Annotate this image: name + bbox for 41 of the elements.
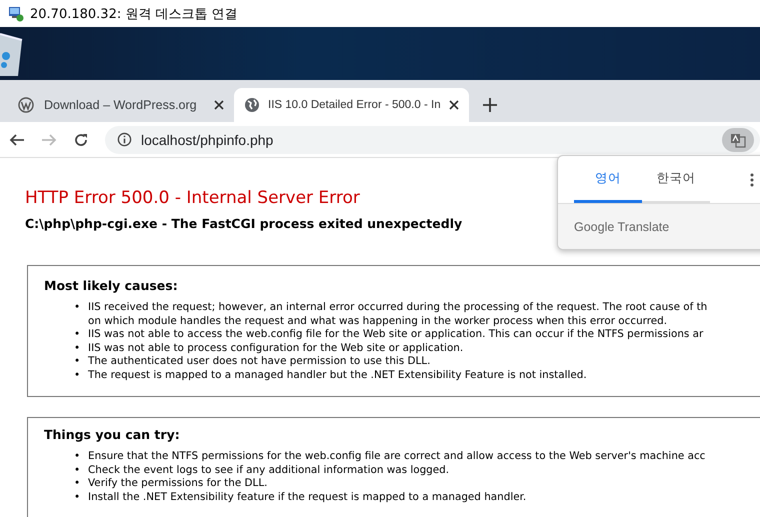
list-item: The request is mapped to a managed handler but the .NET Extensibility Feature is not installed. xyxy=(88,368,587,382)
wordpress-icon xyxy=(18,97,34,113)
bullet: • xyxy=(74,328,82,342)
error-heading: HTTP Error 500.0 - Internal Server Error xyxy=(25,188,361,208)
browser-tab[interactable]: IIS 10.0 Detailed Error - 500.0 - In xyxy=(234,88,469,122)
new-tab-icon[interactable] xyxy=(482,98,497,112)
list-item: IIS received the request; however, an internal error occurred during the processing of the request. The root cause of th on which module handles the request and what was happening in the worker process when this error occurred. xyxy=(88,301,708,328)
bullet: • xyxy=(74,490,82,504)
recycle-bin-icon xyxy=(0,30,24,78)
list-item: Verify the permissions for the DLL. xyxy=(88,477,268,490)
list-item: Ensure that the NTFS permissions for the web.config file are correct and allow access to the Web server's machine acc xyxy=(88,450,706,464)
bullet: • xyxy=(74,342,82,355)
google-translate-label: Google Translate xyxy=(574,220,670,234)
panel-heading: Most likely causes: xyxy=(44,278,179,293)
list-item: IIS was not able to access the web.config file for the Web site or application. This can occur if the NTFS permissions ar xyxy=(88,328,704,342)
list-item: Install the .NET Extensibility feature if the request is mapped to a managed handler. xyxy=(88,490,526,504)
bullet: • xyxy=(74,368,82,382)
error-subheading: C:\php\php-cgi.exe - The FastCGI process exited unexpectedly xyxy=(25,216,462,231)
bullet: • xyxy=(74,477,82,490)
bullet: • xyxy=(74,355,82,368)
more-icon[interactable] xyxy=(750,172,754,188)
close-icon[interactable] xyxy=(448,100,459,110)
back-arrow-icon[interactable] xyxy=(9,132,25,148)
url-text: localhost/phpinfo.php xyxy=(141,132,274,148)
bullet: • xyxy=(74,301,82,314)
browser-tab[interactable]: Download – WordPress.org xyxy=(8,88,234,122)
list-item: IIS was not able to process configuration for the Web site or application. xyxy=(88,342,464,355)
globe-icon xyxy=(244,97,260,113)
translate-icon xyxy=(730,132,746,148)
bullet: • xyxy=(74,450,82,464)
address-bar[interactable]: localhost/phpinfo.php xyxy=(105,126,760,154)
panel-heading: Things you can try: xyxy=(44,427,181,442)
reload-icon[interactable] xyxy=(73,132,89,148)
list-item: The authenticated user does not have permission to use this DLL. xyxy=(88,355,430,368)
window-title: 20.70.180.32: 원격 데스크톱 연결 xyxy=(30,6,238,22)
close-icon[interactable] xyxy=(214,100,224,110)
bullet: • xyxy=(74,464,82,477)
translate-button[interactable] xyxy=(722,128,754,152)
remote-desktop-icon xyxy=(8,6,24,22)
list-item: Check the event logs to see if any additional information was logged. xyxy=(88,464,450,477)
info-icon xyxy=(117,132,132,147)
